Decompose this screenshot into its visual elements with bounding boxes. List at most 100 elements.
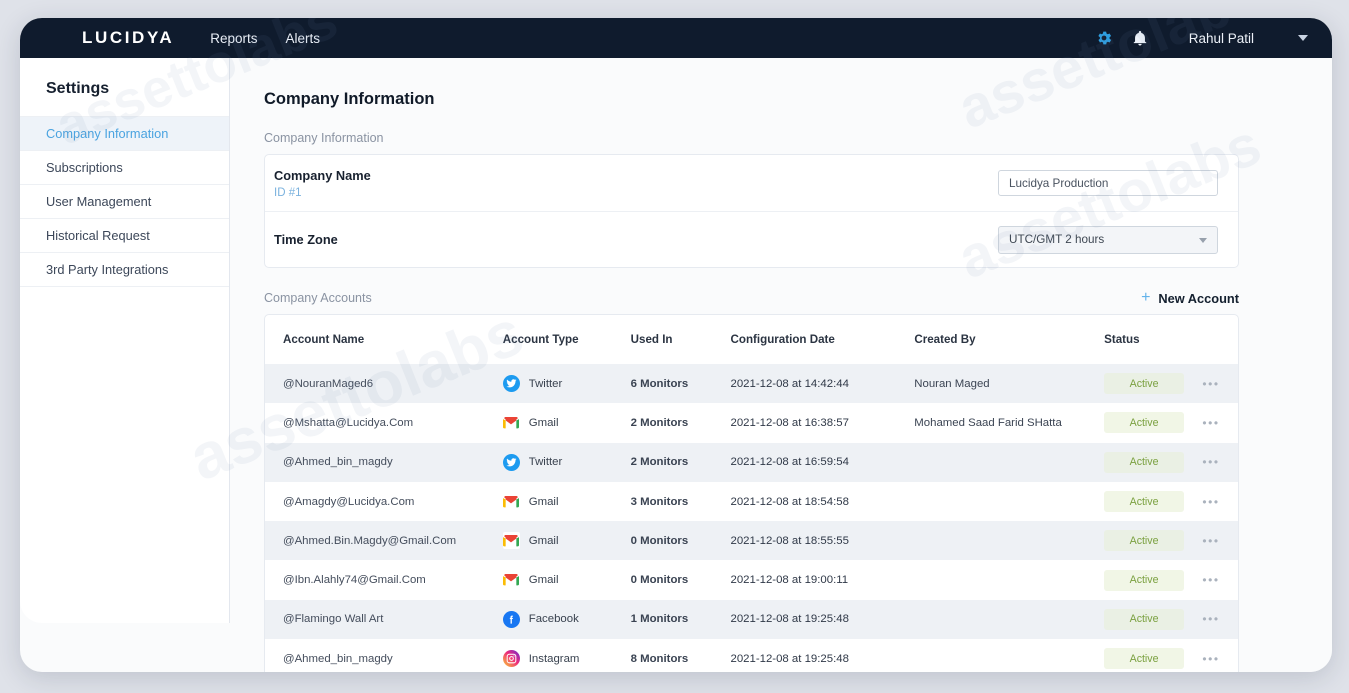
sidebar-item-user-management[interactable]: User Management [20,184,229,218]
cell-account-name: @Ahmed_bin_magdy [265,653,503,665]
row-menu-icon[interactable]: ••• [1202,573,1219,587]
column-header-configuration-date: Configuration Date [731,333,915,346]
cell-used-in: 2 Monitors [631,417,731,429]
table-row[interactable]: @Ahmed_bin_magdyTwitter2 Monitors2021-12… [265,443,1238,482]
time-zone-label: Time Zone [274,232,998,247]
cell-actions: ••• [1190,495,1238,509]
cell-actions: ••• [1190,455,1238,469]
instagram-icon [503,650,520,667]
table-header-row: Account Name Account Type Used In Config… [265,315,1238,364]
table-row[interactable]: @Ibn.Alahly74@Gmail.ComGmail0 Monitors20… [265,560,1238,599]
table-body: @NouranMaged6Twitter6 Monitors2021-12-08… [265,364,1238,672]
table-row[interactable]: @Amagdy@Lucidya.ComGmail3 Monitors2021-1… [265,482,1238,521]
cell-status: Active [1104,373,1190,394]
time-zone-select-wrapper: UTC/GMT 2 hours [998,226,1218,254]
time-zone-row: Time Zone UTC/GMT 2 hours [265,211,1238,267]
account-type-label: Twitter [529,456,563,468]
row-menu-icon[interactable]: ••• [1202,612,1219,626]
company-accounts-table: Account Name Account Type Used In Config… [264,314,1239,672]
sidebar-item-label: Historical Request [46,228,150,243]
account-type-label: Gmail [529,535,559,547]
cell-used-in: 1 Monitors [631,613,731,625]
cell-actions: ••• [1190,416,1238,430]
company-accounts-label: Company Accounts [264,291,372,305]
company-name-input[interactable] [998,170,1218,196]
row-menu-icon[interactable]: ••• [1202,534,1219,548]
cell-configuration-date: 2021-12-08 at 19:25:48 [731,653,915,665]
new-account-button[interactable]: + New Account [1141,290,1239,306]
bell-icon[interactable] [1131,29,1149,47]
cell-actions: ••• [1190,377,1238,391]
cell-account-type: Twitter [503,454,631,471]
page-title: Company Information [264,90,1300,109]
cell-status: Active [1104,412,1190,433]
cell-actions: ••• [1190,612,1238,626]
cell-configuration-date: 2021-12-08 at 19:00:11 [731,574,915,586]
sidebar-item-historical-request[interactable]: Historical Request [20,218,229,252]
cell-status: Active [1104,530,1190,551]
status-badge: Active [1104,373,1184,394]
cell-account-type: Gmail [503,572,631,589]
table-row[interactable]: @Ahmed.Bin.Magdy@Gmail.ComGmail0 Monitor… [265,521,1238,560]
cell-account-name: @Amagdy@Lucidya.Com [265,496,503,508]
time-zone-select[interactable]: UTC/GMT 2 hours [998,226,1218,254]
gear-icon[interactable] [1095,29,1113,47]
sidebar-item-company-information[interactable]: Company Information [20,116,229,150]
cell-created-by: Nouran Maged [914,378,1104,390]
sidebar-item-3rd-party-integrations[interactable]: 3rd Party Integrations [20,252,229,286]
table-row[interactable]: @NouranMaged6Twitter6 Monitors2021-12-08… [265,364,1238,403]
cell-configuration-date: 2021-12-08 at 14:42:44 [731,378,915,390]
twitter-icon [503,375,520,392]
cell-status: Active [1104,648,1190,669]
chevron-down-icon[interactable] [1199,238,1207,243]
column-header-account-type: Account Type [503,333,631,346]
main-content: Company Information Company Information … [230,58,1332,672]
sidebar-divider [20,286,229,287]
account-type-label: Gmail [529,496,559,508]
status-badge: Active [1104,491,1184,512]
row-menu-icon[interactable]: ••• [1202,652,1219,666]
screen: LUCIDYA Reports Alerts Rahul Patil Setti… [0,0,1349,693]
row-menu-icon[interactable]: ••• [1202,495,1219,509]
cell-used-in: 0 Monitors [631,535,731,547]
cell-actions: ••• [1190,573,1238,587]
nav-link-reports[interactable]: Reports [210,31,257,46]
cell-used-in: 8 Monitors [631,653,731,665]
settings-sidebar: Settings Company Information Subscriptio… [20,58,230,623]
top-navigation-bar: LUCIDYA Reports Alerts Rahul Patil [20,18,1332,58]
nav-link-alerts[interactable]: Alerts [285,31,320,46]
table-row[interactable]: @Ahmed_bin_magdyInstagram8 Monitors2021-… [265,639,1238,672]
cell-status: Active [1104,452,1190,473]
nav-right-group: Rahul Patil [1095,29,1308,47]
cell-used-in: 2 Monitors [631,456,731,468]
cell-account-type: Gmail [503,414,631,431]
row-menu-icon[interactable]: ••• [1202,416,1219,430]
cell-actions: ••• [1190,534,1238,548]
sidebar-item-subscriptions[interactable]: Subscriptions [20,150,229,184]
row-menu-icon[interactable]: ••• [1202,455,1219,469]
table-row[interactable]: @Mshatta@Lucidya.ComGmail2 Monitors2021-… [265,403,1238,442]
gmail-icon [503,532,520,549]
column-header-used-in: Used In [631,333,731,346]
app-window: LUCIDYA Reports Alerts Rahul Patil Setti… [20,18,1332,672]
cell-account-type: Gmail [503,493,631,510]
cell-account-type: Gmail [503,532,631,549]
cell-configuration-date: 2021-12-08 at 18:55:55 [731,535,915,547]
status-badge: Active [1104,570,1184,591]
cell-configuration-date: 2021-12-08 at 16:59:54 [731,456,915,468]
company-name-label: Company Name [274,168,998,183]
cell-account-name: @Flamingo Wall Art [265,613,503,625]
company-name-row: Company Name ID #1 [265,155,1238,211]
cell-account-name: @NouranMaged6 [265,378,503,390]
row-menu-icon[interactable]: ••• [1202,377,1219,391]
table-row[interactable]: @Flamingo Wall ArtFacebook1 Monitors2021… [265,600,1238,639]
company-accounts-header: Company Accounts + New Account [264,290,1239,306]
cell-account-type: Twitter [503,375,631,392]
facebook-icon [503,611,520,628]
chevron-down-icon[interactable] [1298,35,1308,41]
user-name-label[interactable]: Rahul Patil [1189,31,1254,46]
cell-used-in: 3 Monitors [631,496,731,508]
cell-used-in: 6 Monitors [631,378,731,390]
cell-status: Active [1104,570,1190,591]
status-badge: Active [1104,648,1184,669]
